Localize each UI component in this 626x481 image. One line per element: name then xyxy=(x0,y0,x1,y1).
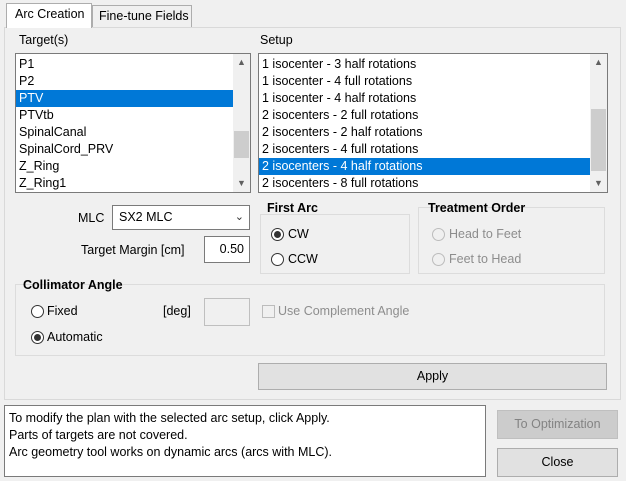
message-box: To modify the plan with the selected arc… xyxy=(4,405,486,477)
message-line: To modify the plan with the selected arc… xyxy=(9,411,330,425)
apply-button[interactable]: Apply xyxy=(258,363,607,390)
head-to-feet-radio[interactable] xyxy=(432,228,445,241)
to-optimization-button[interactable]: To Optimization xyxy=(497,410,618,439)
list-item[interactable]: Z_Ring1 xyxy=(16,175,233,192)
treatment-order-title: Treatment Order xyxy=(428,201,526,215)
setup-scrollbar[interactable]: ▲ ▼ xyxy=(590,54,607,192)
collimator-angle-group xyxy=(15,284,605,356)
list-item[interactable]: PTVtb xyxy=(16,107,233,124)
target-margin-label: Target Margin [cm] xyxy=(81,243,185,257)
first-arc-group xyxy=(260,214,410,274)
close-button[interactable]: Close xyxy=(497,448,618,477)
message-line: Arc geometry tool works on dynamic arcs … xyxy=(9,445,333,459)
list-item[interactable]: Z_Ring xyxy=(16,158,233,175)
feet-to-head-label: Feet to Head xyxy=(449,252,522,266)
list-item[interactable]: 1 isocenter - 4 full rotations xyxy=(259,73,590,90)
list-item[interactable]: 2 isocenters - 8 full rotations xyxy=(259,175,590,192)
list-item[interactable]: SpinalCanal xyxy=(16,124,233,141)
chevron-down-icon[interactable]: ⌄ xyxy=(235,206,244,229)
automatic-label: Automatic xyxy=(47,330,103,344)
feet-to-head-radio[interactable] xyxy=(432,253,445,266)
cw-radio[interactable] xyxy=(271,228,284,241)
mlc-value: SX2 MLC xyxy=(119,210,173,224)
head-to-feet-label: Head to Feet xyxy=(449,227,522,241)
cw-label: CW xyxy=(288,227,309,241)
targets-scrollbar[interactable]: ▲ ▼ xyxy=(233,54,250,192)
use-complement-angle-checkbox[interactable] xyxy=(262,305,275,318)
list-item[interactable]: 2 isocenters - 2 full rotations xyxy=(259,107,590,124)
targets-label: Target(s) xyxy=(19,33,69,47)
list-item[interactable]: SpinalCord_PRV xyxy=(16,141,233,158)
tab-fine-tune-fields[interactable]: Fine-tune Fields xyxy=(92,5,192,27)
use-complement-angle-label: Use Complement Angle xyxy=(278,304,410,318)
list-item[interactable]: 2 isocenters - 2 half rotations xyxy=(259,124,590,141)
list-item[interactable]: P1 xyxy=(16,56,233,73)
list-item[interactable]: 1 isocenter - 4 half rotations xyxy=(259,90,590,107)
scroll-thumb[interactable] xyxy=(234,131,249,158)
targets-listbox[interactable]: P1 P2 PTV PTVtb SpinalCanal SpinalCord_P… xyxy=(15,53,251,193)
collimator-angle-input[interactable] xyxy=(204,298,250,326)
list-item[interactable]: 2 isocenters - 4 full rotations xyxy=(259,141,590,158)
mlc-select[interactable]: SX2 MLC ⌄ xyxy=(112,205,250,230)
mlc-label: MLC xyxy=(78,211,105,225)
setup-label: Setup xyxy=(260,33,293,47)
list-item[interactable]: 1 isocenter - 3 half rotations xyxy=(259,56,590,73)
ccw-radio[interactable] xyxy=(271,253,284,266)
deg-label: [deg] xyxy=(163,304,191,318)
list-item[interactable]: 2 isocenters - 4 half rotations xyxy=(259,158,590,175)
list-item[interactable]: PTV xyxy=(16,90,233,107)
automatic-radio[interactable] xyxy=(31,331,44,344)
fixed-radio[interactable] xyxy=(31,305,44,318)
target-margin-input[interactable]: 0.50 xyxy=(204,236,250,263)
fixed-label: Fixed xyxy=(47,304,78,318)
setup-listbox[interactable]: 1 isocenter - 3 half rotations 1 isocent… xyxy=(258,53,608,193)
ccw-label: CCW xyxy=(288,252,318,266)
list-item[interactable]: P2 xyxy=(16,73,233,90)
collimator-angle-title: Collimator Angle xyxy=(23,278,123,292)
chevron-down-icon[interactable]: ▼ xyxy=(233,175,250,192)
first-arc-title: First Arc xyxy=(267,201,318,215)
scroll-thumb[interactable] xyxy=(591,109,606,171)
message-line: Parts of targets are not covered. xyxy=(9,428,188,442)
tab-arc-creation[interactable]: Arc Creation xyxy=(6,3,92,28)
chevron-up-icon[interactable]: ▲ xyxy=(590,54,607,71)
chevron-down-icon[interactable]: ▼ xyxy=(590,175,607,192)
chevron-up-icon[interactable]: ▲ xyxy=(233,54,250,71)
